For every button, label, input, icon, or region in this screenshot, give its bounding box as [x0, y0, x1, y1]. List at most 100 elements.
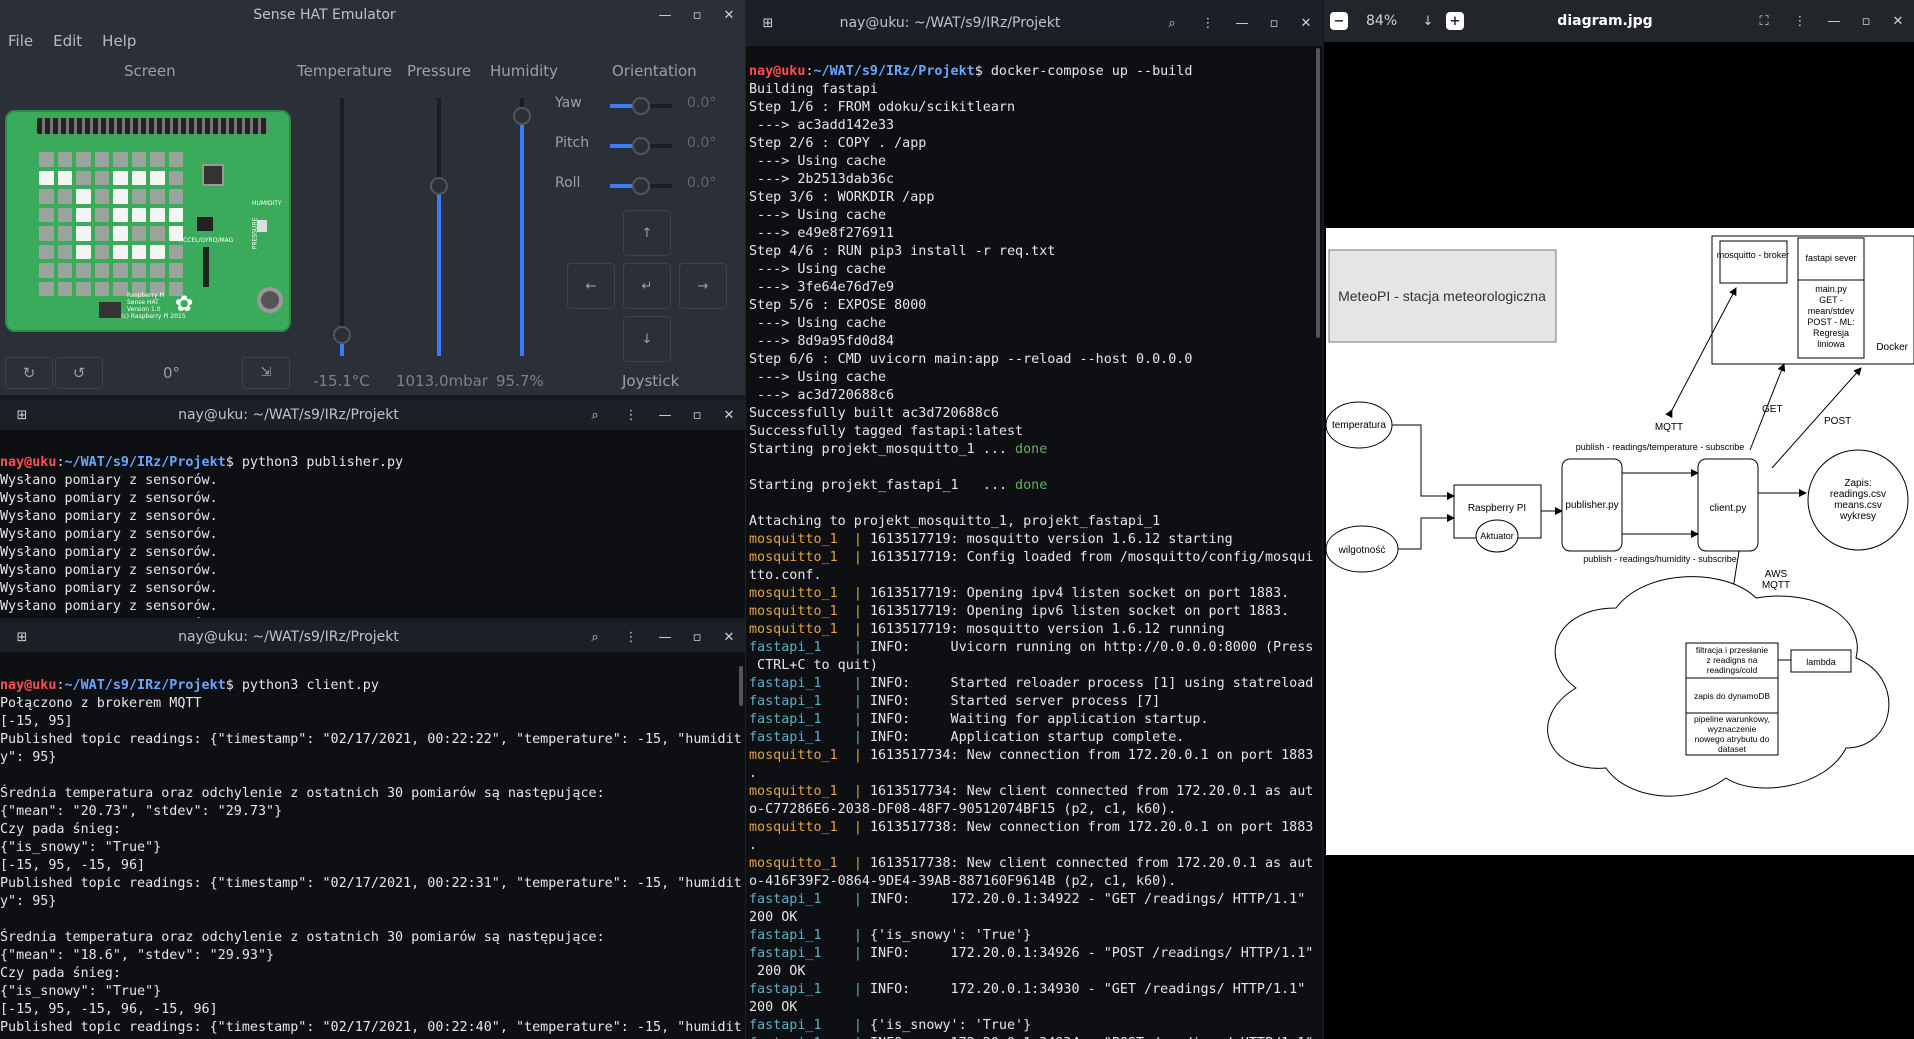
output-line: fastapi_1 | INFO: Uvicorn running on htt…: [749, 640, 1314, 655]
output-line: ---> Using cache: [749, 262, 887, 277]
joystick-enter-button[interactable]: ↵: [623, 263, 671, 309]
led-pixel: [57, 281, 72, 296]
docker-terminal[interactable]: ⊞ nay@uku: ~/WAT/s9/IRz/Projekt ⌕ ⋮ — ▫ …: [745, 0, 1322, 1039]
search-icon[interactable]: ⌕: [577, 625, 613, 649]
image-viewer-window: − 84% ↓ + diagram.jpg ⛶ ⋮ — ▫ ✕ MeteoPI …: [1324, 0, 1914, 1039]
joystick-hw: [257, 287, 283, 313]
diagram-text-line: readings.csv: [1830, 489, 1886, 500]
temperature-slider[interactable]: [340, 98, 344, 356]
close-icon[interactable]: ✕: [713, 630, 745, 645]
pressure-label: Pressure: [407, 62, 472, 80]
broker-box: mosquitto - broker: [1717, 250, 1790, 260]
pressure-slider-handle[interactable]: [430, 176, 448, 195]
minimize-icon[interactable]: —: [649, 8, 681, 23]
minimize-icon[interactable]: —: [649, 408, 681, 423]
new-tab-icon[interactable]: ⊞: [750, 11, 786, 35]
search-icon[interactable]: ⌕: [577, 403, 613, 427]
output-line: Wysłano pomiary z sensorów.: [0, 581, 218, 596]
menu-icon[interactable]: ⋮: [613, 403, 649, 427]
joystick-down-button[interactable]: ↓: [623, 316, 671, 362]
zoom-in-icon[interactable]: +: [1446, 12, 1464, 30]
close-icon[interactable]: ✕: [713, 408, 745, 423]
output-line: [-15, 95]: [0, 714, 73, 729]
close-icon[interactable]: ✕: [713, 8, 745, 23]
server-box: fastapi sever: [1805, 253, 1856, 263]
maximize-icon[interactable]: ▫: [681, 408, 713, 423]
zoom-out-icon[interactable]: −: [1330, 12, 1348, 30]
diagram-text-line: means.csv: [1834, 500, 1882, 511]
minimize-icon[interactable]: —: [1818, 14, 1850, 29]
led-pixel: [57, 152, 72, 167]
led-pixel: [94, 226, 109, 241]
terminal-titlebar: ⊞ nay@uku: ~/WAT/s9/IRz/Projekt ⌕ ⋮ — ▫ …: [746, 0, 1322, 46]
output-line: Attaching to projekt_mosquitto_1, projek…: [749, 514, 1161, 529]
rotate-cw-button[interactable]: ↻: [5, 357, 53, 389]
board-accel-text: ACCEL/GYRO/MAG: [179, 237, 234, 244]
menu-file[interactable]: File: [8, 32, 33, 50]
diagram-title: MeteoPI - stacja meteorologiczna: [1338, 288, 1546, 304]
joystick-left-button[interactable]: ←: [567, 263, 615, 309]
roll-slider[interactable]: [610, 177, 672, 195]
diagram-text-line: liniowa: [1817, 339, 1845, 349]
output-line: mosquitto_1 | 1613517719: Opening ipv4 l…: [749, 586, 1290, 601]
minimize-icon[interactable]: —: [649, 630, 681, 645]
yaw-slider[interactable]: [610, 97, 672, 115]
diagram-text-line: main.py: [1815, 284, 1847, 294]
joystick-label: Joystick: [622, 372, 680, 390]
menu-icon[interactable]: ⋮: [1190, 11, 1226, 35]
new-tab-icon[interactable]: ⊞: [4, 403, 40, 427]
led-pixel: [94, 152, 109, 167]
pitch-label: Pitch: [555, 135, 590, 151]
led-pixel: [39, 189, 54, 204]
led-pixel: [94, 263, 109, 278]
fullscreen-icon[interactable]: ⛶: [1746, 9, 1782, 33]
pressure-sensor: [257, 220, 267, 232]
publisher-terminal[interactable]: ⊞ nay@uku: ~/WAT/s9/IRz/Projekt ⌕ ⋮ — ▫ …: [0, 400, 745, 618]
output-line: ---> 8d9a95fd0d84: [749, 334, 895, 349]
joystick-right-button[interactable]: →: [679, 263, 727, 309]
menu-help[interactable]: Help: [102, 32, 136, 50]
maximize-icon[interactable]: ▫: [681, 630, 713, 645]
led-pixel: [131, 170, 146, 185]
led-pixel: [131, 263, 146, 278]
humidity-slider-handle[interactable]: [513, 107, 531, 126]
zoom-menu-icon[interactable]: ↓: [1416, 9, 1440, 33]
flip-button[interactable]: ⇲: [242, 357, 290, 389]
zoom-level[interactable]: 84%: [1366, 13, 1416, 29]
joystick-up-button[interactable]: ↑: [623, 210, 671, 256]
close-icon[interactable]: ✕: [1290, 16, 1322, 31]
pub-hum-label: publish - readings/humidity - subscribe: [1583, 554, 1737, 564]
rotate-ccw-button[interactable]: ↺: [55, 357, 103, 389]
led-pixel: [113, 244, 128, 259]
output-line: 200 OK: [749, 1000, 798, 1015]
client-terminal[interactable]: ⊞ nay@uku: ~/WAT/s9/IRz/Projekt ⌕ ⋮ — ▫ …: [0, 622, 745, 1039]
roll-label: Roll: [555, 175, 581, 191]
maximize-icon[interactable]: ▫: [681, 8, 713, 23]
menu-edit[interactable]: Edit: [53, 32, 82, 50]
close-icon[interactable]: ✕: [1882, 14, 1914, 29]
menu-icon[interactable]: ⋮: [1782, 9, 1818, 33]
led-pixel: [113, 152, 128, 167]
led-pixel: [39, 281, 54, 296]
pitch-slider[interactable]: [610, 137, 672, 155]
output-line: ---> Using cache: [749, 208, 887, 223]
led-matrix[interactable]: [39, 152, 183, 296]
menu-icon[interactable]: ⋮: [613, 625, 649, 649]
output-line: mosquitto_1 | 1613517719: Config loaded …: [749, 550, 1314, 565]
output-line: mosquitto_1 | 1613517719: mosquitto vers…: [749, 622, 1225, 637]
maximize-icon[interactable]: ▫: [1850, 14, 1882, 29]
temperature-slider-handle[interactable]: [333, 326, 351, 345]
output-line: Średnia temperatura oraz odchylenie z os…: [0, 786, 605, 801]
minimize-icon[interactable]: —: [1226, 16, 1258, 31]
led-pixel: [131, 189, 146, 204]
humidity-label: Humidity: [490, 62, 559, 80]
led-pixel: [168, 189, 183, 204]
maximize-icon[interactable]: ▫: [1258, 16, 1290, 31]
output-line: y": 95}: [0, 750, 57, 765]
new-tab-icon[interactable]: ⊞: [4, 625, 40, 649]
container-prefix: mosquitto_1: [749, 604, 854, 619]
search-icon[interactable]: ⌕: [1154, 11, 1190, 35]
output-line: fastapi_1 | INFO: 172.20.0.1:34922 - "GE…: [749, 892, 1306, 907]
led-pixel: [57, 263, 72, 278]
